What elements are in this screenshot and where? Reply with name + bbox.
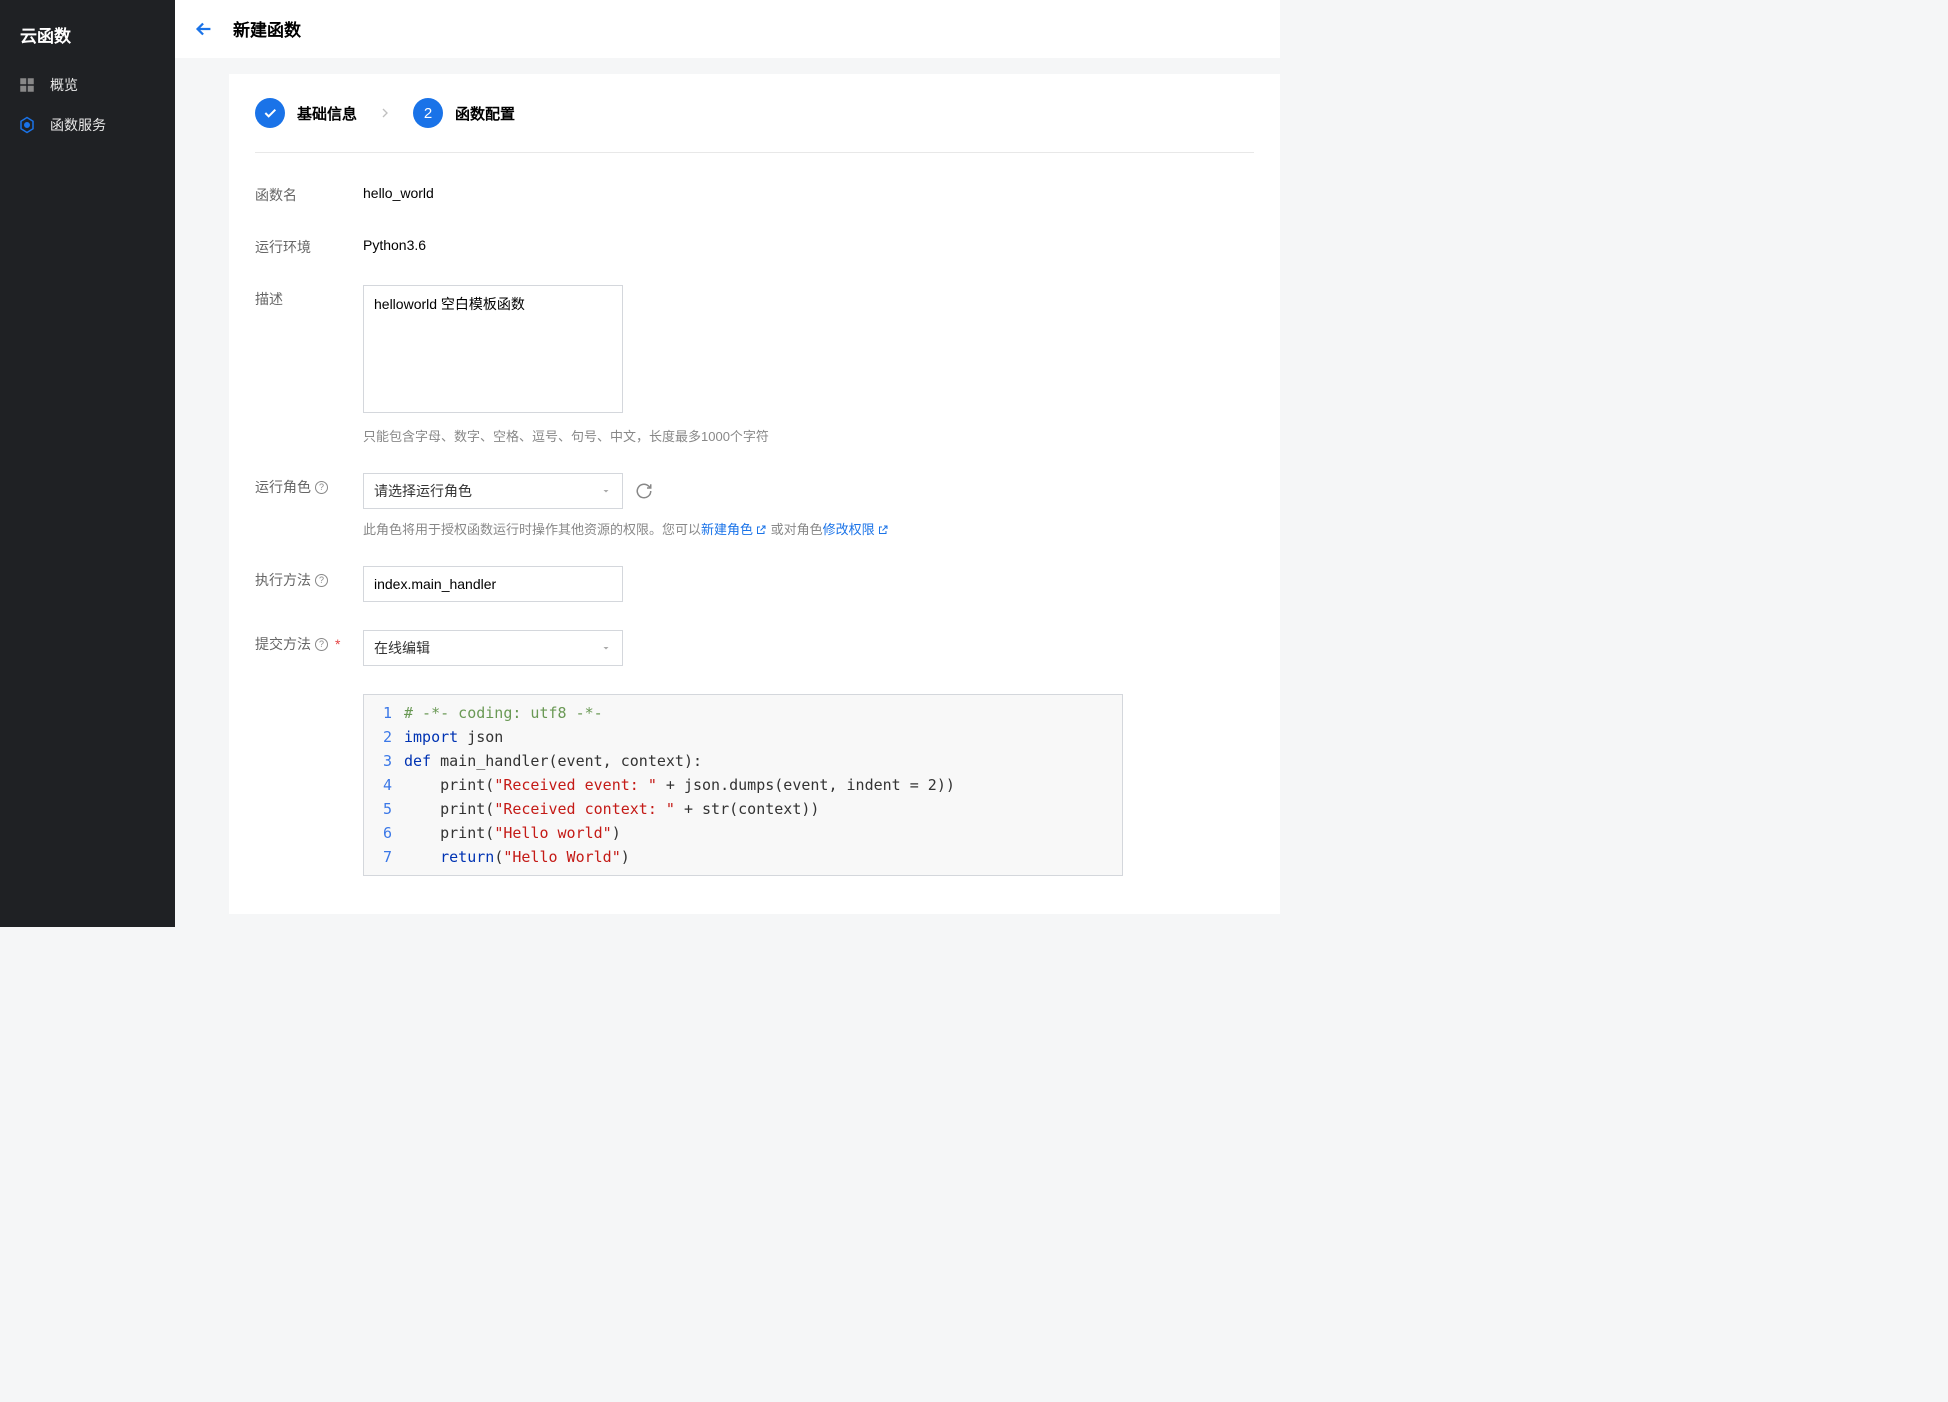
runtime-value: Python3.6 [363, 233, 1254, 253]
description-textarea[interactable] [363, 285, 623, 413]
page-title: 新建函数 [233, 16, 301, 41]
create-role-link[interactable]: 新建角色 [701, 522, 753, 537]
caret-down-icon [600, 642, 612, 654]
submit-method-select[interactable]: 在线编辑 [363, 630, 623, 666]
sidebar-title: 云函数 [0, 12, 175, 65]
code-line: 4 print("Received event: " + json.dumps(… [364, 773, 1122, 797]
function-name-value: hello_world [363, 181, 1254, 201]
step-number: 2 [413, 98, 443, 128]
sidebar-item-label: 函数服务 [50, 115, 106, 135]
code-line: 7 return("Hello World") [364, 845, 1122, 869]
chevron-right-icon [377, 105, 393, 121]
check-icon [255, 98, 285, 128]
step-label: 函数配置 [455, 103, 515, 124]
step-basic-info[interactable]: 基础信息 [255, 98, 357, 128]
modify-perms-link[interactable]: 修改权限 [823, 522, 875, 537]
role-label: 运行角色 ? [255, 473, 363, 497]
step-label: 基础信息 [297, 103, 357, 124]
help-icon[interactable]: ? [315, 574, 328, 587]
function-name-label: 函数名 [255, 181, 363, 205]
role-select-placeholder: 请选择运行角色 [374, 481, 472, 501]
stepper: 基础信息 2 函数配置 [255, 98, 1254, 153]
role-hint: 此角色将用于授权函数运行时操作其他资源的权限。您可以新建角色 或对角色修改权限 [363, 519, 889, 538]
exec-method-input[interactable] [363, 566, 623, 602]
refresh-icon[interactable] [635, 482, 653, 500]
external-link-icon [755, 524, 767, 536]
back-arrow-icon[interactable] [193, 18, 215, 40]
exec-method-label: 执行方法 ? [255, 566, 363, 590]
help-icon[interactable]: ? [315, 481, 328, 494]
description-hint: 只能包含字母、数字、空格、逗号、句号、中文，长度最多1000个字符 [363, 426, 769, 445]
step-function-config[interactable]: 2 函数配置 [413, 98, 515, 128]
hexagon-icon [18, 116, 36, 134]
code-line: 5 print("Received context: " + str(conte… [364, 797, 1122, 821]
submit-method-value: 在线编辑 [374, 638, 430, 658]
form-card: 基础信息 2 函数配置 函数名 hello_world [229, 74, 1280, 914]
role-select[interactable]: 请选择运行角色 [363, 473, 623, 509]
description-label: 描述 [255, 285, 363, 309]
external-link-icon [877, 524, 889, 536]
sidebar-item-overview[interactable]: 概览 [0, 65, 175, 105]
code-line: 2import json [364, 725, 1122, 749]
grid-icon [18, 76, 36, 94]
caret-down-icon [600, 485, 612, 497]
code-line: 1# -*- coding: utf8 -*- [364, 701, 1122, 725]
code-editor[interactable]: 1# -*- coding: utf8 -*-2import json3def … [363, 694, 1123, 876]
code-line: 3def main_handler(event, context): [364, 749, 1122, 773]
submit-method-label: 提交方法 ? * [255, 630, 363, 654]
sidebar: 云函数 概览 函数服务 [0, 0, 175, 927]
code-line: 6 print("Hello world") [364, 821, 1122, 845]
topbar: 新建函数 [175, 0, 1280, 58]
sidebar-item-label: 概览 [50, 75, 78, 95]
runtime-label: 运行环境 [255, 233, 363, 257]
sidebar-item-functions[interactable]: 函数服务 [0, 105, 175, 145]
help-icon[interactable]: ? [315, 638, 328, 651]
required-asterisk: * [335, 636, 340, 652]
